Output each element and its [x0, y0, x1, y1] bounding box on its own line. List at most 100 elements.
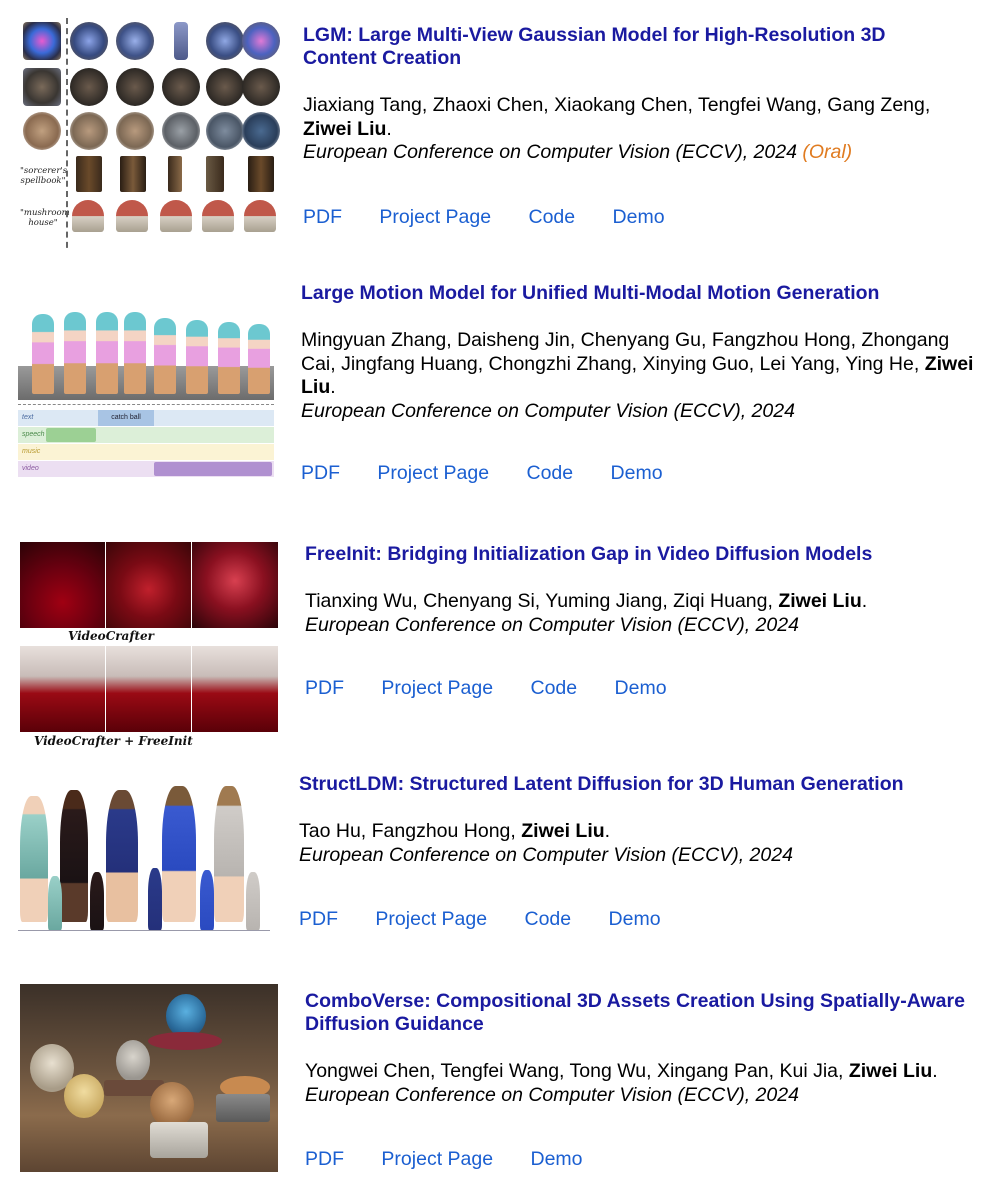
viking-render: [206, 68, 244, 106]
figure: [218, 322, 240, 394]
viking-render: [162, 68, 200, 106]
wolf-render: [162, 112, 200, 150]
wine-frame: [192, 646, 278, 732]
figure: [32, 314, 54, 394]
freeinit-thumbnail[interactable]: VideoCrafter VideoCrafter + FreeInit: [20, 542, 280, 750]
person-figure: [214, 786, 244, 922]
code-link[interactable]: Code: [525, 908, 572, 930]
caption-videocrafter: VideoCrafter: [68, 629, 154, 643]
book-render: [248, 156, 274, 192]
venue-text: European Conference on Computer Vision (…: [303, 141, 797, 163]
paper-title[interactable]: Large Motion Model for Unified Multi-Mod…: [301, 282, 961, 305]
paper-title[interactable]: StructLDM: Structured Latent Diffusion f…: [299, 773, 959, 796]
venue-text: European Conference on Computer Vision (…: [301, 399, 795, 422]
structldm-thumbnail[interactable]: [18, 780, 274, 938]
pdf-link[interactable]: PDF: [301, 462, 340, 484]
venue: European Conference on Computer Vision (…: [305, 614, 985, 638]
authors-text: Tianxing Wu, Chenyang Si, Yuming Jiang, …: [305, 590, 773, 612]
paper-title[interactable]: FreeInit: Bridging Initialization Gap in…: [305, 543, 965, 566]
highlight-author: Ziwei Liu: [521, 820, 605, 842]
code-link[interactable]: Code: [529, 206, 576, 228]
viking-render: [70, 68, 108, 106]
wine-frame: [192, 542, 278, 628]
wolf-render: [116, 112, 154, 150]
pdf-link[interactable]: PDF: [299, 908, 338, 930]
project-page-link[interactable]: Project Page: [379, 206, 491, 228]
paper-title[interactable]: ComboVerse: Compositional 3D Assets Crea…: [305, 990, 965, 1036]
pdf-link[interactable]: PDF: [305, 1148, 344, 1170]
book-render: [168, 156, 182, 192]
portal-render: [174, 22, 188, 60]
venue-text: European Conference on Computer Vision (…: [305, 613, 799, 636]
mushroom-label: "mushroom house": [20, 208, 70, 228]
figure: [186, 320, 208, 394]
venue-text: European Conference on Computer Vision (…: [305, 1083, 799, 1106]
demo-link[interactable]: Demo: [615, 677, 667, 699]
authors-end: .: [932, 1060, 938, 1082]
wine-frame: [106, 542, 191, 628]
highlight-author: Ziwei Liu: [778, 590, 862, 612]
book-render: [76, 156, 102, 192]
portal-render: [70, 22, 108, 60]
project-page-link[interactable]: Project Page: [377, 462, 489, 484]
demo-link[interactable]: Demo: [531, 1148, 583, 1170]
paper-title[interactable]: LGM: Large Multi-View Gaussian Model for…: [303, 24, 963, 70]
code-link[interactable]: Code: [531, 677, 578, 699]
demo-link[interactable]: Demo: [613, 206, 665, 228]
highlight-author: Ziwei Liu: [848, 1060, 933, 1082]
track-label: video: [22, 465, 39, 472]
link-row: PDF Project Page Code Demo: [301, 462, 695, 485]
lgm-thumbnail[interactable]: "sorcerer's spellbook" "mushroom house": [20, 18, 280, 248]
link-row: PDF Project Page Code Demo: [299, 908, 693, 931]
project-page-link[interactable]: Project Page: [381, 677, 493, 699]
viking-image: [23, 68, 61, 106]
demo-link[interactable]: Demo: [611, 462, 663, 484]
author-list: Tao Hu, Fangzhou Hong, Ziwei Liu.: [299, 820, 979, 844]
author-list: Yongwei Chen, Tengfei Wang, Tong Wu, Xin…: [305, 1060, 985, 1084]
book-render: [120, 156, 146, 192]
demo-link[interactable]: Demo: [609, 908, 661, 930]
comboverse-thumbnail[interactable]: [20, 984, 278, 1172]
rabbit: [116, 1040, 150, 1082]
caption-videocrafter-freeinit: VideoCrafter + FreeInit: [34, 734, 193, 748]
person-figure-small: [200, 870, 214, 930]
author-list: Mingyuan Zhang, Daisheng Jin, Chenyang G…: [301, 329, 981, 400]
wolf-image: [23, 112, 61, 150]
figure: [64, 312, 86, 394]
wine-frame: [20, 542, 105, 628]
figure: [248, 324, 270, 394]
figure: [96, 312, 118, 394]
pedestal: [150, 1122, 208, 1158]
portal-image: [23, 22, 61, 60]
authors-text: Mingyuan Zhang, Daisheng Jin, Chenyang G…: [301, 329, 950, 375]
lmm-thumbnail[interactable]: text catch ball speech music video: [18, 306, 274, 484]
lmm-info: Large Motion Model for Unified Multi-Mod…: [301, 282, 981, 484]
track-label: music: [22, 448, 41, 455]
mushroom-render: [160, 200, 192, 232]
venue: European Conference on Computer Vision (…: [299, 844, 979, 868]
person-figure: [162, 786, 196, 922]
project-page-link[interactable]: Project Page: [375, 908, 487, 930]
pdf-link[interactable]: PDF: [303, 206, 342, 228]
person-figure: [106, 790, 138, 922]
flying-board: [148, 1032, 222, 1050]
code-link[interactable]: Code: [527, 462, 574, 484]
track-music: music: [18, 444, 274, 460]
venue: European Conference on Computer Vision (…: [305, 1084, 985, 1108]
authors-text: Tao Hu, Fangzhou Hong,: [299, 820, 516, 842]
figure: [154, 318, 176, 394]
highlight-author: Ziwei Liu: [303, 117, 387, 140]
lgm-info: LGM: Large Multi-View Gaussian Model for…: [303, 24, 983, 228]
wolf-render: [70, 112, 108, 150]
person-figure-small: [246, 872, 260, 930]
authors-end: .: [386, 117, 392, 140]
portal-render: [206, 22, 244, 60]
pdf-link[interactable]: PDF: [305, 677, 344, 699]
video-clip: [154, 462, 272, 476]
wine-frame: [106, 646, 191, 732]
person-figure-small: [48, 876, 62, 930]
portal-render: [242, 22, 280, 60]
project-page-link[interactable]: Project Page: [381, 1148, 493, 1170]
structldm-info: StructLDM: Structured Latent Diffusion f…: [299, 773, 979, 930]
box: [216, 1094, 270, 1122]
